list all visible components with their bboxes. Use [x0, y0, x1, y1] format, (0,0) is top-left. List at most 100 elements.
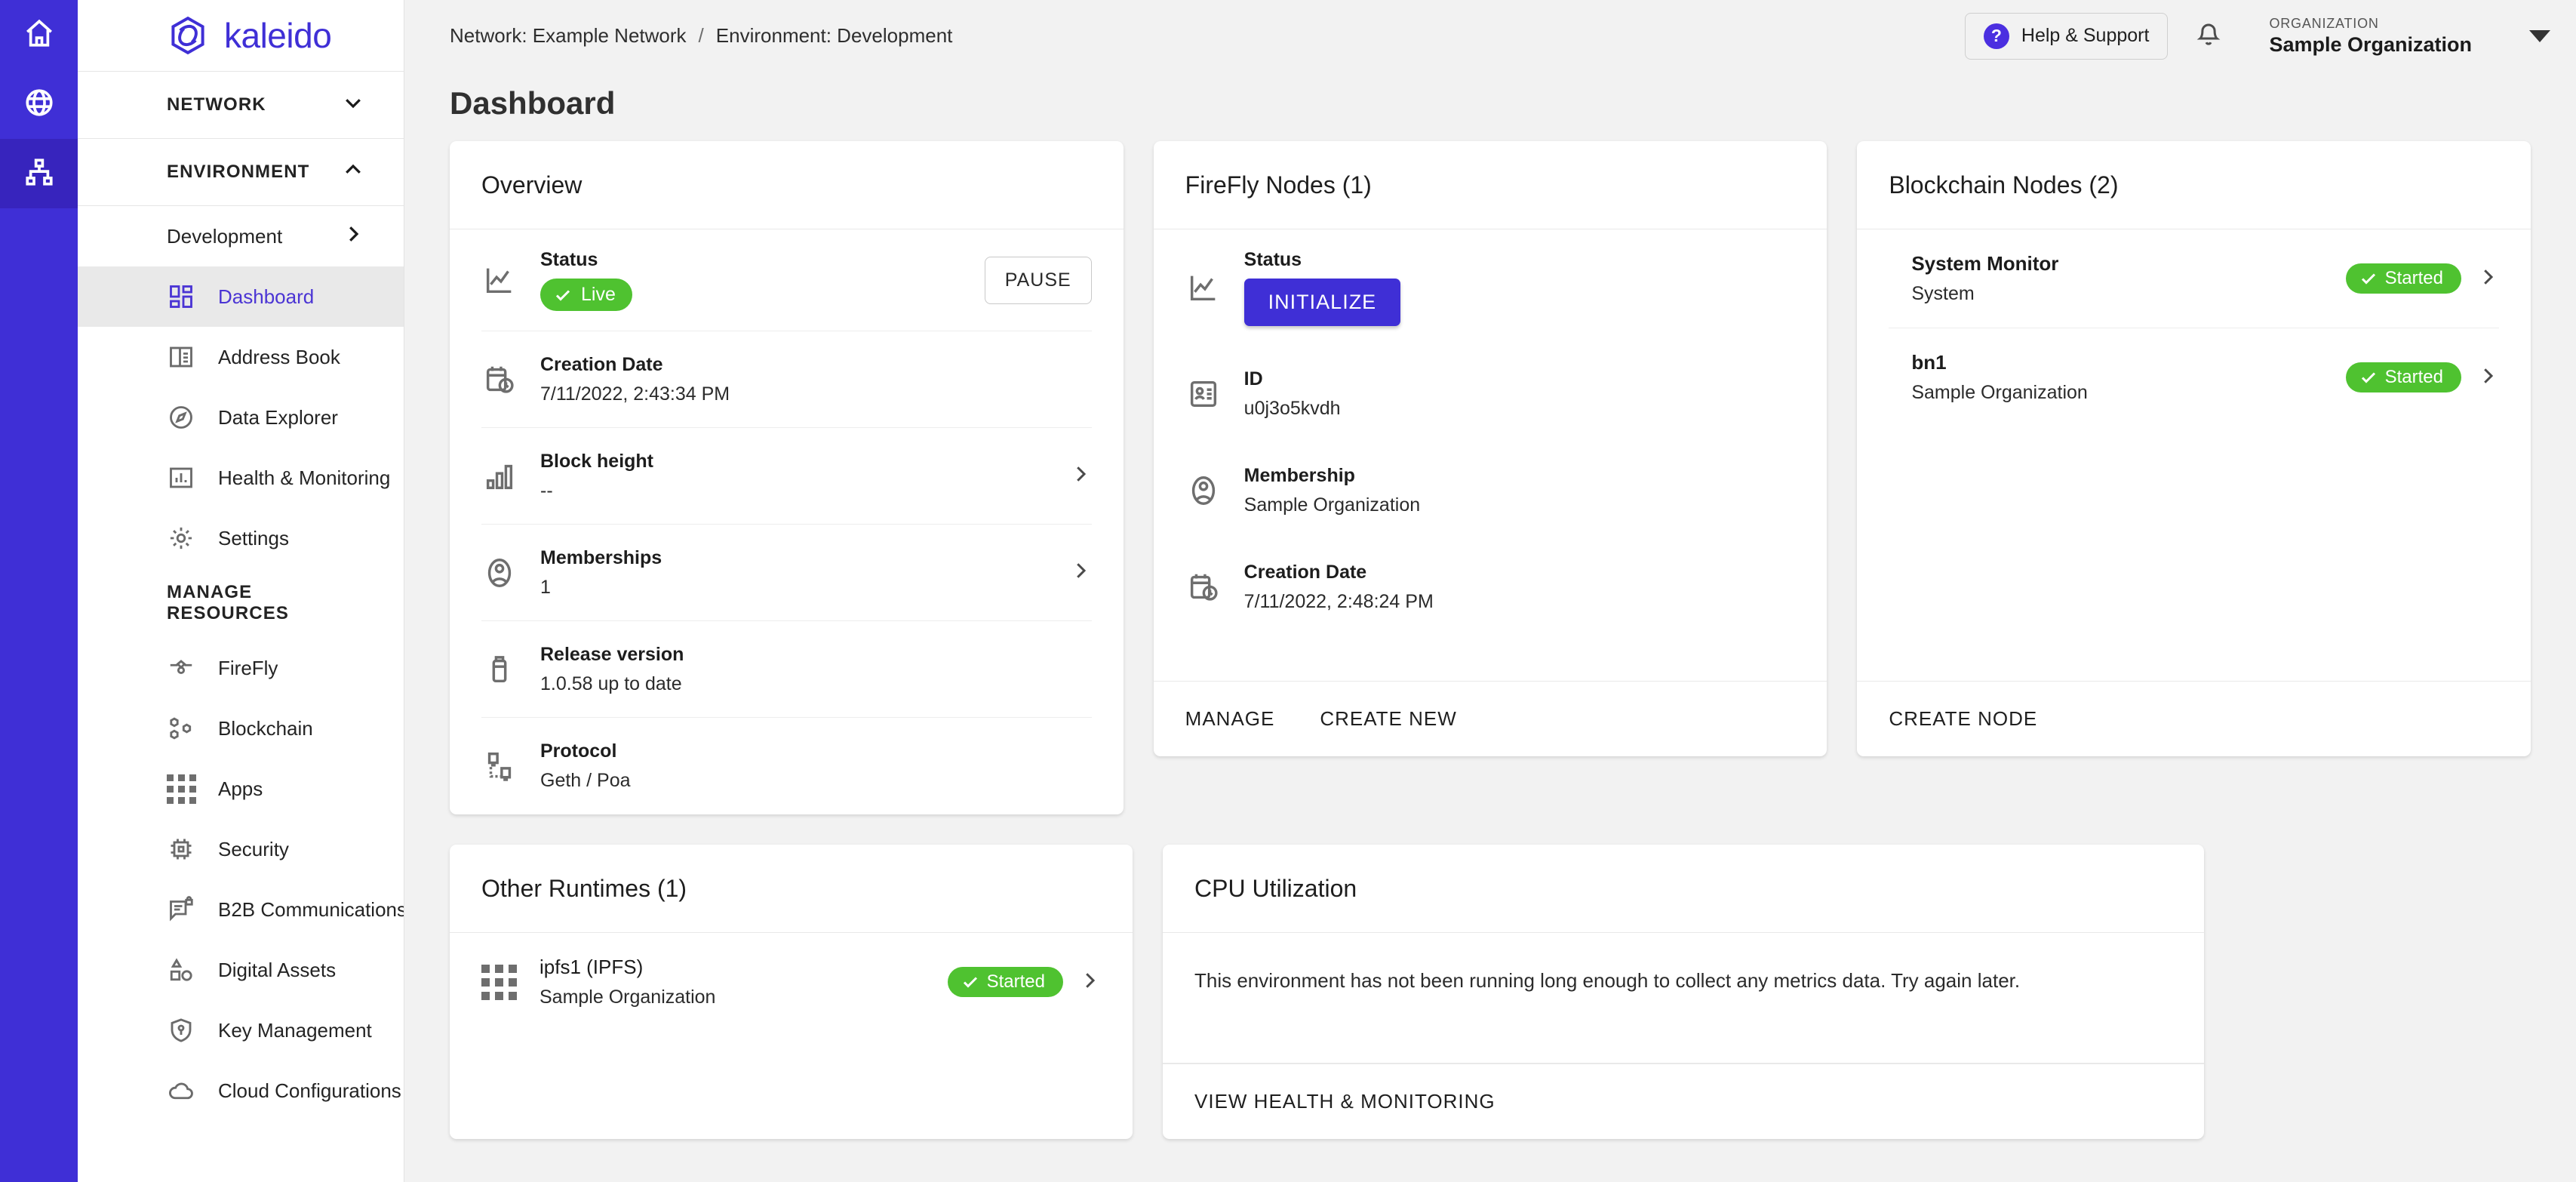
- create-node-button[interactable]: CREATE NODE: [1889, 707, 2037, 731]
- sidebar-item-data-explorer-label: Data Explorer: [218, 405, 338, 429]
- caret-down-icon[interactable]: [2529, 29, 2550, 42]
- sidebar-item-apps-label: Apps: [218, 777, 263, 800]
- sidebar-group-manage-resources: MANAGE RESOURCES: [78, 568, 404, 638]
- overview-block-height-label: Block height: [540, 450, 654, 472]
- sidebar-item-dashboard[interactable]: Dashboard: [78, 266, 404, 327]
- dashboard-row-top: Overview Status Live PAUSE Creation Date…: [450, 141, 2531, 814]
- shapes-icon: [167, 956, 195, 984]
- firefly-id-value: u0j3o5kvdh: [1243, 398, 1341, 419]
- node-name: bn1: [1911, 351, 1947, 374]
- other-runtimes-card-title: Other Runtimes (1): [450, 845, 1133, 933]
- sidebar-item-b2b-communications[interactable]: B2B Communications: [78, 879, 404, 940]
- sidebar-item-address-book[interactable]: Address Book: [78, 327, 404, 387]
- node-owner: Sample Organization: [1911, 382, 2088, 403]
- sidebar-item-key-management[interactable]: Key Management: [78, 1000, 404, 1060]
- create-new-button[interactable]: CREATE NEW: [1320, 707, 1456, 731]
- firefly-creation-date-value: 7/11/2022, 2:48:24 PM: [1243, 591, 1434, 612]
- initialize-button[interactable]: INITIALIZE: [1243, 279, 1401, 326]
- table-row[interactable]: bn1 Sample Organization Started: [1889, 328, 2499, 426]
- protocol-icon: [481, 749, 518, 783]
- sidebar-item-digital-assets[interactable]: Digital Assets: [78, 940, 404, 1000]
- overview-row-memberships[interactable]: Memberships 1: [481, 525, 1092, 621]
- sidebar-item-digital-assets-label: Digital Assets: [218, 958, 337, 981]
- membership-icon: [1185, 473, 1222, 508]
- overview-row-protocol: Protocol Geth / Poa: [481, 718, 1092, 814]
- notification-bell-icon[interactable]: [2195, 21, 2222, 51]
- breadcrumb-environment[interactable]: Environment: Development: [716, 24, 953, 48]
- dashboard-grid: Overview Status Live PAUSE Creation Date…: [404, 141, 2576, 1139]
- firefly-nodes-card-title: FireFly Nodes (1): [1153, 141, 1827, 229]
- sidebar-item-security-label: Security: [218, 837, 289, 860]
- overview-release-version-value: 1.0.58 up to date: [540, 673, 682, 694]
- chevron-right-icon[interactable]: [1069, 559, 1092, 586]
- sidebar-item-security[interactable]: Security: [78, 819, 404, 879]
- chevron-down-icon[interactable]: [342, 91, 364, 119]
- check-icon: [2361, 273, 2375, 285]
- breadcrumb-network[interactable]: Network: Example Network: [450, 24, 687, 48]
- chevron-up-icon[interactable]: [342, 159, 364, 186]
- rail-item-home[interactable]: [0, 0, 78, 69]
- sidebar-item-health-monitoring-label: Health & Monitoring: [218, 466, 391, 489]
- firefly-row-membership: Membership Sample Organization: [1185, 442, 1796, 539]
- chip-icon: [167, 835, 195, 863]
- overview-row-block-height[interactable]: Block height --: [481, 428, 1092, 525]
- overview-status-label: Status: [540, 249, 598, 270]
- compass-icon: [167, 403, 195, 432]
- status-badge-label: Live: [581, 284, 616, 305]
- firefly-row-id: ID u0j3o5kvdh: [1185, 346, 1796, 442]
- sidebar-item-firefly[interactable]: FireFly: [78, 638, 404, 698]
- sidebar-item-apps[interactable]: Apps: [78, 759, 404, 819]
- rail-item-networks[interactable]: [0, 69, 78, 139]
- sidebar-item-cloud-configurations-label: Cloud Configurations: [218, 1079, 401, 1102]
- sidebar-item-cloud-configurations[interactable]: Cloud Configurations: [78, 1060, 404, 1121]
- organization-name: Sample Organization: [2269, 32, 2472, 56]
- blockchain-nodes-card: Blockchain Nodes (2) System Monitor Syst…: [1857, 141, 2531, 756]
- other-runtimes-card: Other Runtimes (1) ipfs1 (IPFS) Sample O…: [450, 845, 1133, 1139]
- overview-protocol-label: Protocol: [540, 740, 617, 762]
- rail-item-environments[interactable]: [0, 139, 78, 208]
- sidebar-section-environment[interactable]: ENVIRONMENT: [78, 139, 404, 206]
- main-content: Network: Example Network / Environment: …: [404, 0, 2576, 1182]
- membership-icon: [481, 556, 518, 590]
- brand[interactable]: kaleido: [78, 0, 404, 72]
- app-root: kaleido NETWORK ENVIRONMENT Development: [0, 0, 2576, 1182]
- firefly-id-label: ID: [1243, 368, 1263, 389]
- sidebar-item-blockchain[interactable]: Blockchain: [78, 698, 404, 759]
- chevron-right-icon[interactable]: [1078, 969, 1101, 996]
- calendar-clock-icon: [481, 362, 518, 397]
- organization-kicker: ORGANIZATION: [2269, 15, 2379, 31]
- chevron-right-icon[interactable]: [2476, 365, 2499, 391]
- node-owner: System: [1911, 283, 1975, 304]
- page-title: Dashboard: [450, 85, 616, 121]
- view-health-monitoring-button[interactable]: VIEW HEALTH & MONITORING: [1194, 1090, 1495, 1113]
- overview-memberships-value: 1: [540, 576, 551, 598]
- sidebar-item-data-explorer[interactable]: Data Explorer: [78, 387, 404, 448]
- runtime-owner: Sample Organization: [539, 987, 716, 1008]
- firefly-membership-value: Sample Organization: [1243, 494, 1421, 516]
- sidebar-item-settings[interactable]: Settings: [78, 508, 404, 568]
- status-badge: Started: [947, 967, 1063, 997]
- help-support-button[interactable]: ? Help & Support: [1964, 12, 2169, 60]
- blockchain-nodes-card-title: Blockchain Nodes (2): [1857, 141, 2531, 229]
- chevron-right-icon[interactable]: [342, 223, 364, 251]
- breadcrumb-separator: /: [698, 24, 704, 47]
- pause-button[interactable]: PAUSE: [984, 256, 1092, 304]
- sidebar-item-health-monitoring[interactable]: Health & Monitoring: [78, 448, 404, 508]
- organization-selector[interactable]: ORGANIZATION Sample Organization: [2269, 16, 2472, 57]
- cpu-utilization-card-title: CPU Utilization: [1163, 845, 2204, 933]
- cpu-utilization-card-body: This environment has not been running lo…: [1163, 933, 2204, 1063]
- apps-grid-icon: [166, 774, 196, 804]
- cpu-utilization-empty-message: This environment has not been running lo…: [1194, 969, 2021, 992]
- table-row[interactable]: System Monitor System Started: [1889, 229, 2500, 328]
- cpu-utilization-card: CPU Utilization This environment has not…: [1163, 845, 2204, 1139]
- calendar-clock-icon: [1185, 570, 1222, 605]
- chevron-right-icon[interactable]: [1069, 463, 1092, 489]
- manage-button[interactable]: MANAGE: [1185, 707, 1275, 731]
- sidebar-item-development[interactable]: Development: [78, 206, 404, 266]
- firefly-nodes-card-body: Status INITIALIZE ID u0j3o5kvdh Membersh…: [1154, 229, 1827, 681]
- sidebar-section-network[interactable]: NETWORK: [78, 72, 404, 139]
- chevron-right-icon[interactable]: [2476, 266, 2499, 292]
- table-row[interactable]: ipfs1 (IPFS) Sample Organization Started: [481, 933, 1101, 1031]
- sidebar-section-network-label: NETWORK: [167, 94, 266, 115]
- blockchain-nodes-card-body: System Monitor System Started bn1 Sample…: [1857, 229, 2531, 681]
